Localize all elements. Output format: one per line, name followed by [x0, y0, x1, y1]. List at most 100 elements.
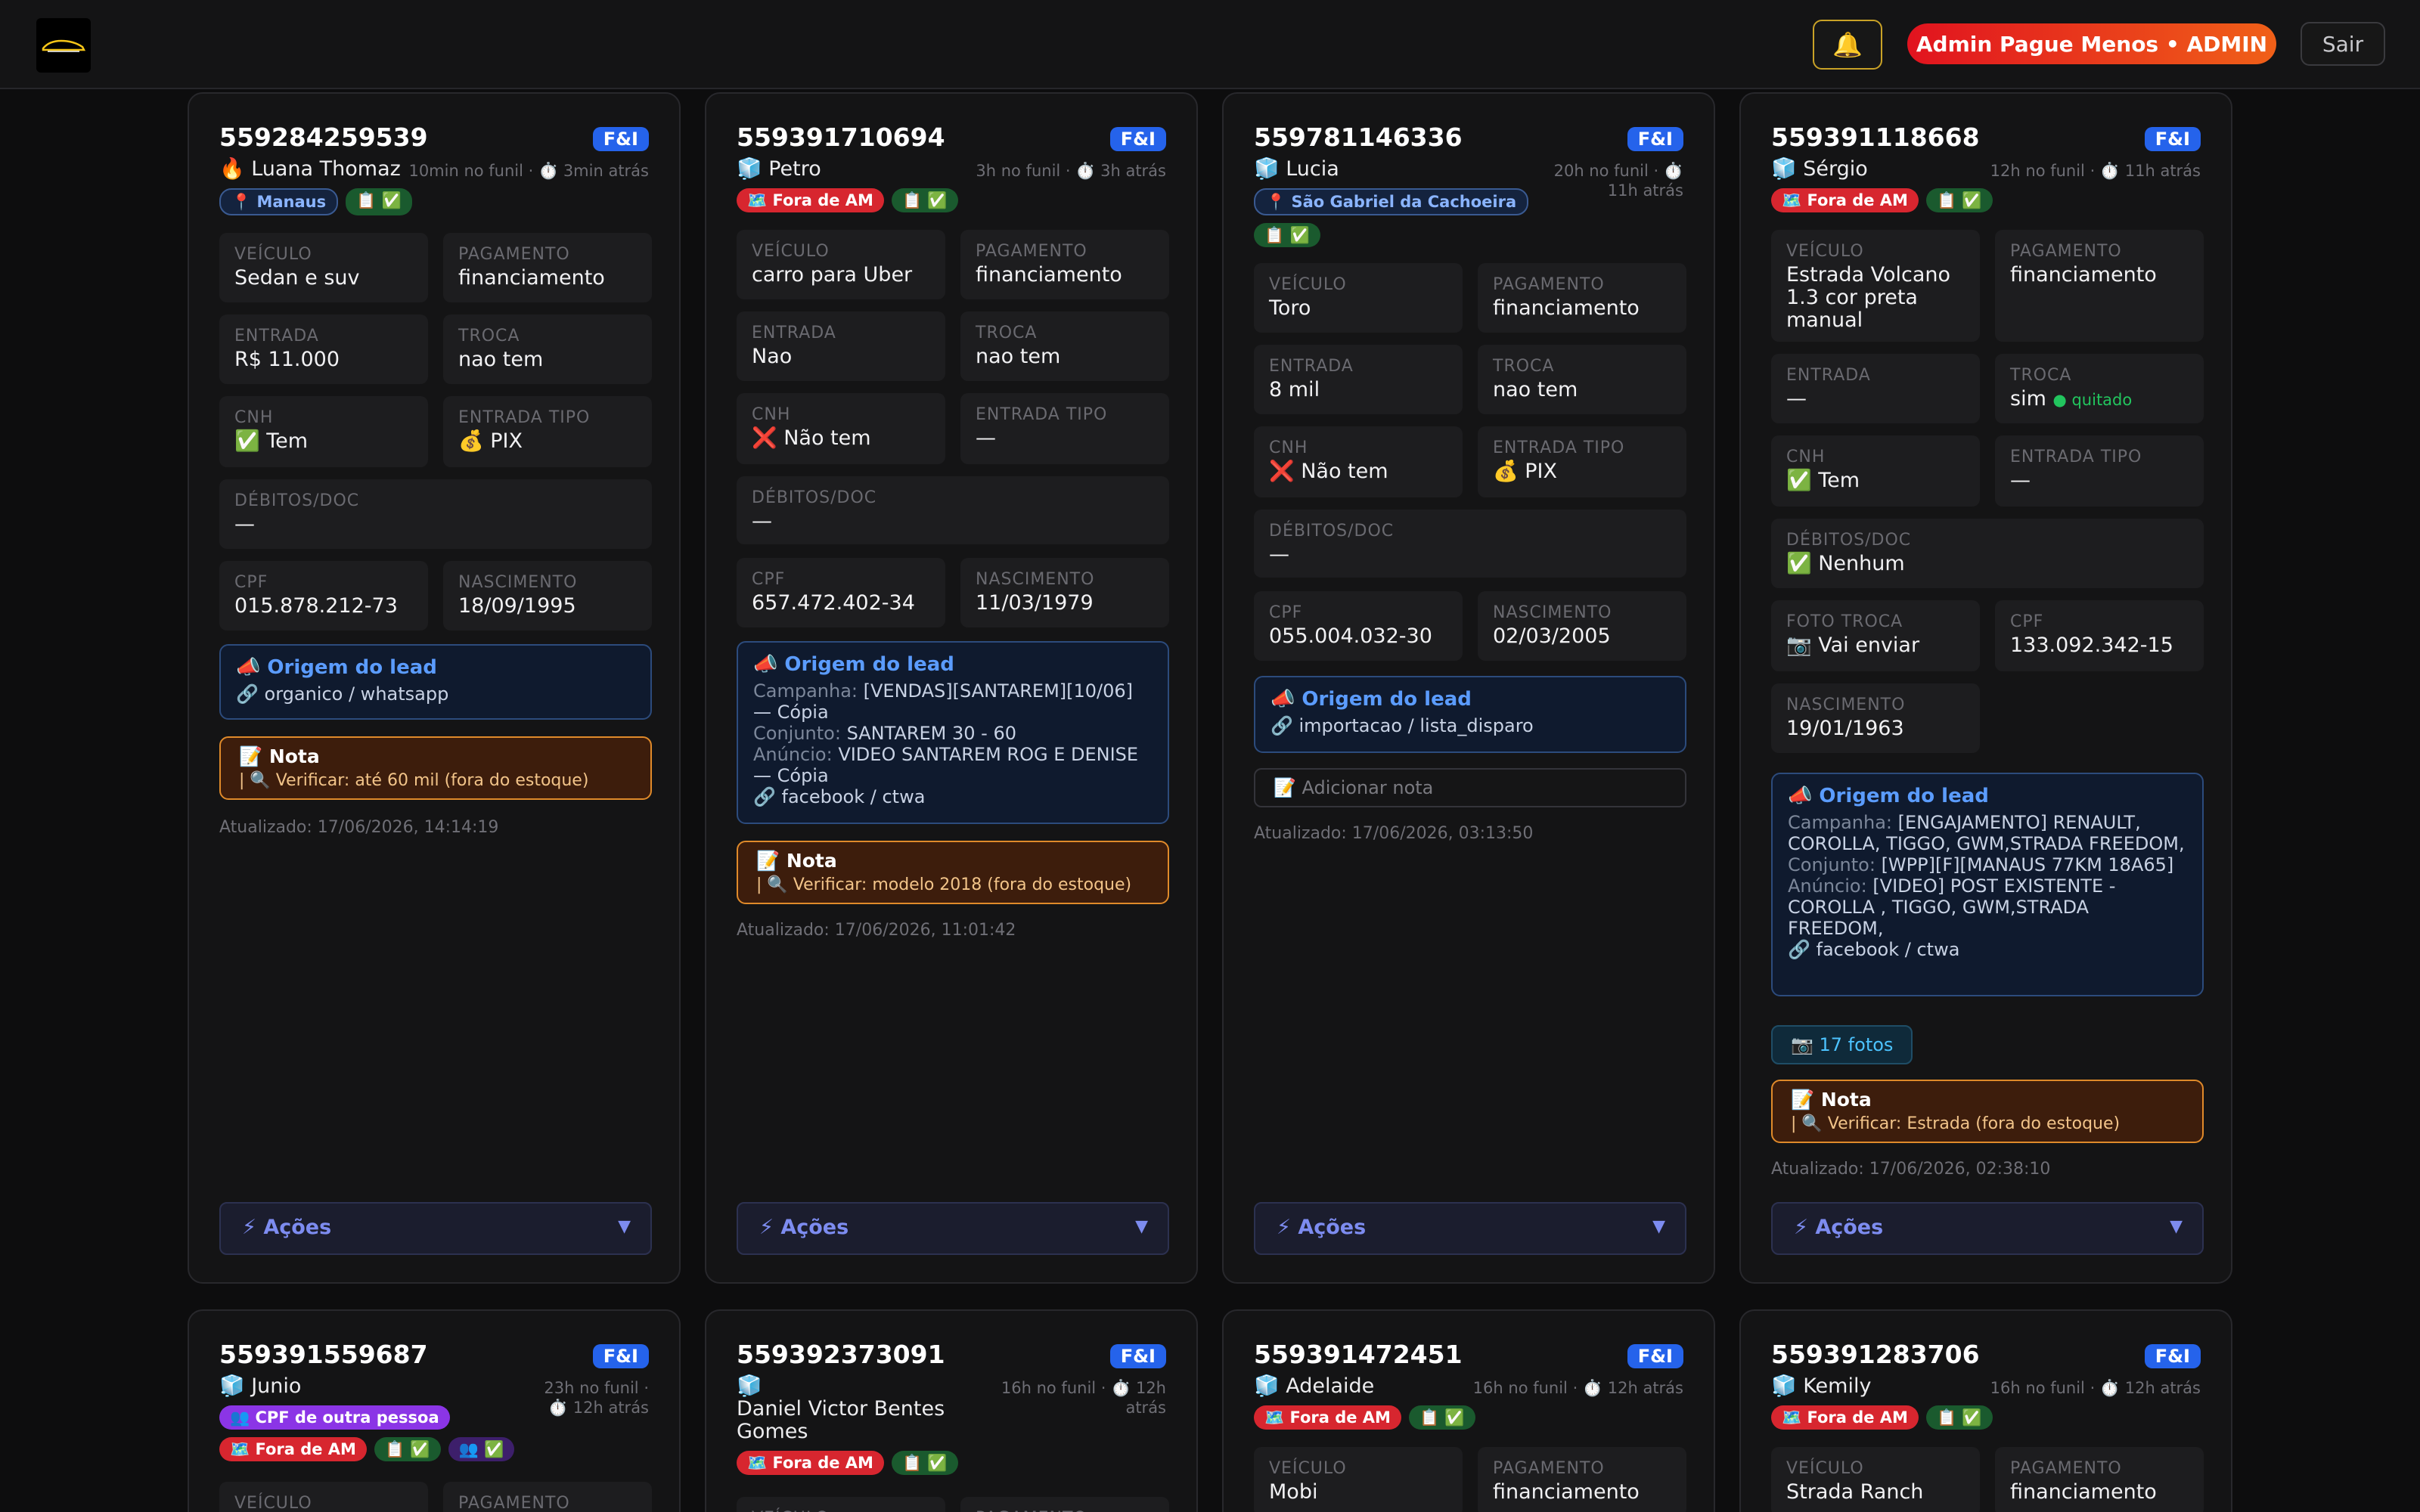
- lead-name: 🧊 Lucia: [1254, 157, 1339, 181]
- field-entrada: ENTRADA Nao: [737, 311, 945, 381]
- lead-name: 🧊 Sérgio: [1771, 157, 1868, 181]
- fi-badge: F&I: [1627, 1344, 1683, 1368]
- logout-button[interactable]: Sair: [2301, 22, 2385, 66]
- top-bar: 🔔 Admin Pague Menos • ADMIN Sair: [0, 0, 2420, 89]
- fi-badge: F&I: [2144, 1344, 2201, 1368]
- lead-phone: 559391118668: [1771, 122, 1980, 152]
- lead-phone: 559391559687: [219, 1340, 428, 1369]
- field-pagamento: PAGAMENTO financiamento: [1478, 263, 1686, 333]
- field-entrada-tipo: ENTRADA TIPO 💰 PIX: [443, 396, 652, 467]
- field-entrada: ENTRADA 8 mil: [1254, 345, 1463, 414]
- note-box[interactable]: 📝 Nota | 🔍 Verificar: Estrada (fora do e…: [1771, 1080, 2204, 1143]
- outside-region-tag: 🗺️ Fora de AM: [1771, 1405, 1919, 1430]
- actions-dropdown[interactable]: ⚡ Ações ▼: [1254, 1202, 1686, 1255]
- field-entrada-tipo: ENTRADA TIPO —: [960, 393, 1169, 464]
- lead-name: 🧊 Petro: [737, 157, 821, 181]
- field-debitos: DÉBITOS/DOC —: [219, 479, 652, 549]
- lead-card: 559781146336 F&I 🧊 Lucia 20h no funil · …: [1222, 92, 1715, 1284]
- field-veiculo: VEÍCULO Toro: [1254, 263, 1463, 333]
- funnel-time: 16h no funil · ⏱️ 12h atrás: [1001, 1379, 1166, 1417]
- field-cnh: CNH ❌ Não tem: [737, 393, 945, 464]
- field-pagamento: PAGAMENTO: [443, 1482, 652, 1512]
- updated-timestamp: Atualizado: 17/06/2026, 14:14:19: [219, 818, 499, 837]
- note-box[interactable]: 📝 Nota | 🔍 Verificar: até 60 mil (fora d…: [219, 736, 652, 800]
- field-pagamento: PAGAMENTO: [960, 1497, 1169, 1512]
- field-troca: TROCA sim ● quitado: [1995, 354, 2204, 423]
- field-cpf: CPF 133.092.342-15: [1995, 600, 2204, 671]
- checklist-tag: 📋 ✅: [1925, 1405, 1993, 1430]
- actions-dropdown[interactable]: ⚡ Ações ▼: [737, 1202, 1169, 1255]
- checklist-tag: 📋 ✅: [1925, 188, 1993, 212]
- lead-name: Daniel Victor Bentes Gomes: [737, 1397, 945, 1443]
- field-cnh: CNH ✅ Tem: [1771, 435, 1980, 507]
- field-nascimento: NASCIMENTO 02/03/2005: [1478, 591, 1686, 661]
- updated-timestamp: Atualizado: 17/06/2026, 03:13:50: [1254, 824, 1534, 843]
- field-pagamento: PAGAMENTO financiamento: [443, 233, 652, 302]
- field-entrada-tipo: ENTRADA TIPO 💰 PIX: [1478, 426, 1686, 497]
- checklist-tag: 📋 ✅: [346, 188, 412, 215]
- field-cpf: CPF 015.878.212-73: [219, 561, 428, 631]
- field-nascimento: NASCIMENTO 19/01/1963: [1771, 683, 1980, 753]
- field-troca: TROCA nao tem: [443, 314, 652, 384]
- outside-region-tag: 🗺️ Fora de AM: [737, 188, 884, 212]
- admin-user-badge[interactable]: Admin Pague Menos • ADMIN: [1907, 23, 2276, 64]
- field-pagamento: PAGAMENTO financiamento: [1995, 1447, 2204, 1512]
- updated-timestamp: Atualizado: 17/06/2026, 11:01:42: [737, 921, 1016, 940]
- lead-name: 🧊 Kemily: [1771, 1374, 1872, 1398]
- checklist-tag: 📋 ✅: [891, 188, 958, 212]
- checklist-tag: 📋 ✅: [891, 1451, 958, 1475]
- checklist-tag: 📋 ✅: [1254, 223, 1320, 247]
- lead-card: 559391118668 F&I 🧊 Sérgio 12h no funil ·…: [1739, 92, 2232, 1284]
- field-veiculo: VEÍCULO Strada Ranch: [1771, 1447, 1980, 1512]
- notifications-button[interactable]: 🔔: [1813, 20, 1882, 70]
- checklist-tag: 📋 ✅: [1408, 1405, 1475, 1430]
- note-box[interactable]: 📝 Nota | 🔍 Verificar: modelo 2018 (fora …: [737, 841, 1169, 904]
- add-note-button[interactable]: 📝 Adicionar nota: [1254, 768, 1686, 807]
- lead-card: 559391710694 F&I 🧊 Petro 3h no funil · ⏱…: [705, 92, 1198, 1284]
- lead-phone: 559391283706: [1771, 1340, 1980, 1369]
- outside-region-tag: 🗺️ Fora de AM: [219, 1437, 367, 1461]
- field-pagamento: PAGAMENTO financiamento: [960, 230, 1169, 299]
- fi-badge: F&I: [592, 1344, 649, 1368]
- field-veiculo: VEÍCULO Mobi: [1254, 1447, 1463, 1512]
- lead-phone: 559781146336: [1254, 122, 1463, 152]
- lead-card: 559392373091 F&I 🧊 Daniel Victor Bentes …: [705, 1309, 1198, 1512]
- lead-name: 🧊 Junio: [219, 1374, 302, 1398]
- lead-origin-box: 📣 Origem do lead 🔗 importacao / lista_di…: [1254, 676, 1686, 753]
- lead-phone: 559392373091: [737, 1340, 945, 1369]
- field-debitos: DÉBITOS/DOC ✅ Nenhum: [1771, 519, 2204, 588]
- bell-icon: 🔔: [1832, 30, 1863, 59]
- lead-origin-box: 📣 Origem do lead Campanha: [VENDAS][SANT…: [737, 641, 1169, 824]
- actions-dropdown[interactable]: ⚡ Ações ▼: [1771, 1202, 2204, 1255]
- field-foto-troca: FOTO TROCA 📷 Vai enviar: [1771, 600, 1980, 671]
- lead-phone: 559284259539: [219, 122, 428, 152]
- lead-name: 🧊 Adelaide: [1254, 1374, 1375, 1398]
- funnel-time: 10min no funil · ⏱️ 3min atrás: [408, 162, 649, 180]
- funnel-time: 23h no funil · ⏱️ 12h atrás: [544, 1379, 649, 1417]
- fi-badge: F&I: [1627, 127, 1683, 151]
- field-nascimento: NASCIMENTO 11/03/1979: [960, 558, 1169, 627]
- lead-card: 559284259539 F&I 🔥 Luana Thomaz 10min no…: [188, 92, 681, 1284]
- outside-region-tag: 🗺️ Fora de AM: [737, 1451, 884, 1475]
- funnel-time: 20h no funil · ⏱️ 11h atrás: [1553, 162, 1683, 200]
- other-cpf-tag: 👥 CPF de outra pessoa: [219, 1405, 450, 1430]
- photos-button[interactable]: 📷 17 fotos: [1771, 1025, 1913, 1064]
- field-pagamento: PAGAMENTO financiamento: [1995, 230, 2204, 342]
- lead-origin-box: 📣 Origem do lead 🔗 organico / whatsapp: [219, 644, 652, 720]
- actions-dropdown[interactable]: ⚡ Ações ▼: [219, 1202, 652, 1255]
- paid-status: ● quitado: [2052, 391, 2133, 409]
- funnel-time: 16h no funil · ⏱️ 12h atrás: [1472, 1379, 1683, 1397]
- field-entrada-tipo: ENTRADA TIPO —: [1995, 435, 2204, 507]
- field-pagamento: PAGAMENTO financiamento: [1478, 1447, 1686, 1512]
- field-debitos: DÉBITOS/DOC —: [1254, 510, 1686, 578]
- lead-card: 559391559687 F&I 🧊 Junio 23h no funil · ⏱…: [188, 1309, 681, 1512]
- lead-card: 559391472451 F&I 🧊 Adelaide 16h no funil…: [1222, 1309, 1715, 1512]
- funnel-time: 12h no funil · ⏱️ 11h atrás: [1990, 162, 2201, 180]
- funnel-time: 16h no funil · ⏱️ 12h atrás: [1990, 1379, 2201, 1397]
- field-troca: TROCA nao tem: [1478, 345, 1686, 414]
- field-entrada: ENTRADA —: [1771, 354, 1980, 423]
- chevron-down-icon: ▼: [2170, 1217, 2183, 1236]
- field-cnh: CNH ✅ Tem: [219, 396, 428, 467]
- lead-card: 559391283706 F&I 🧊 Kemily 16h no funil ·…: [1739, 1309, 2232, 1512]
- city-tag: 📍 Manaus: [219, 188, 339, 215]
